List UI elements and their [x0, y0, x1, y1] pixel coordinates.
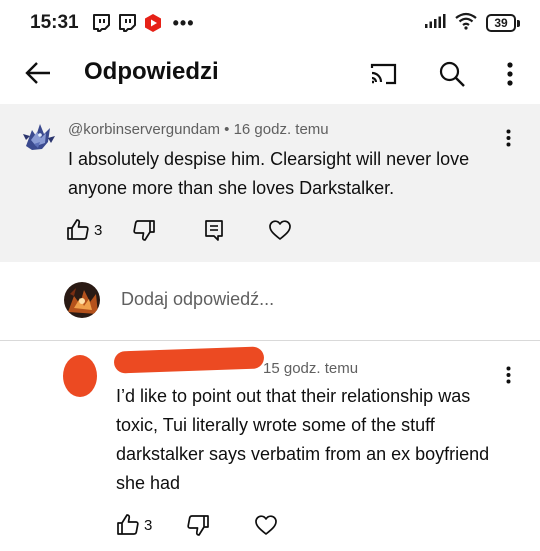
back-arrow-icon [25, 62, 50, 84]
more-vert-icon [507, 62, 513, 86]
reply-timestamp: 15 godz. temu [263, 360, 359, 377]
more-notifications-indicator: ••• [172, 12, 195, 33]
thumb-up-icon [117, 514, 139, 535]
avatar[interactable] [63, 355, 97, 397]
twitch-icon [117, 13, 137, 33]
like-count: 3 [94, 221, 103, 239]
parent-comment: @korbinservergundam • 16 godz. temu I ab… [0, 104, 540, 262]
back-button[interactable] [22, 57, 54, 89]
reply-button[interactable] [202, 218, 226, 242]
reply-comment-icon [205, 220, 224, 241]
dislike-button[interactable] [132, 218, 156, 242]
search-icon [439, 61, 465, 87]
cast-button[interactable] [368, 58, 400, 90]
twitch-icon [91, 13, 111, 33]
avatar [64, 282, 100, 318]
like-button[interactable]: 3 [66, 218, 102, 242]
redacted-author-handle [113, 346, 265, 374]
heart-icon [255, 515, 278, 535]
notification-icons [91, 13, 163, 33]
comment-meta: @korbinservergundam • 16 godz. temu [68, 121, 329, 138]
battery-icon: 39 [486, 14, 520, 32]
search-button[interactable] [436, 58, 468, 90]
signal-icon [424, 13, 446, 34]
dislike-button[interactable] [186, 513, 210, 537]
page-title: Odpowiedzi [84, 58, 219, 85]
reply-comment: 15 godz. temu I’d like to point out that… [0, 341, 540, 551]
more-vert-icon [506, 366, 510, 384]
battery-level: 39 [486, 14, 516, 32]
more-options-button[interactable] [494, 58, 526, 90]
reply-input[interactable] [121, 289, 501, 310]
meta-separator: • [224, 121, 230, 138]
thumb-down-icon [133, 220, 156, 241]
reply-composer [0, 280, 540, 326]
like-count: 3 [144, 516, 153, 534]
heart-button[interactable] [254, 513, 278, 537]
status-time: 15:31 [30, 12, 79, 33]
cast-icon [370, 63, 397, 85]
heart-icon [269, 220, 292, 240]
thumb-up-icon [67, 219, 89, 240]
avatar[interactable] [18, 116, 58, 156]
system-icons: 39 [424, 11, 520, 36]
comment-actions: 3 [66, 218, 292, 242]
comment-text: I absolutely despise him. Clearsight wil… [68, 149, 470, 198]
comment-timestamp: 16 godz. temu [233, 121, 329, 138]
youtube-icon [143, 13, 163, 33]
author-handle[interactable]: @korbinservergundam [68, 121, 220, 138]
thumb-down-icon [187, 515, 210, 536]
status-bar: 15:31 ••• 39 [0, 0, 540, 46]
heart-button[interactable] [268, 218, 292, 242]
app-bar: Odpowiedzi [0, 46, 540, 100]
reply-actions: 3 [116, 513, 278, 537]
reply-text: I’d like to point out that their relatio… [116, 386, 490, 493]
wifi-icon [454, 11, 478, 36]
like-button[interactable]: 3 [116, 513, 152, 537]
